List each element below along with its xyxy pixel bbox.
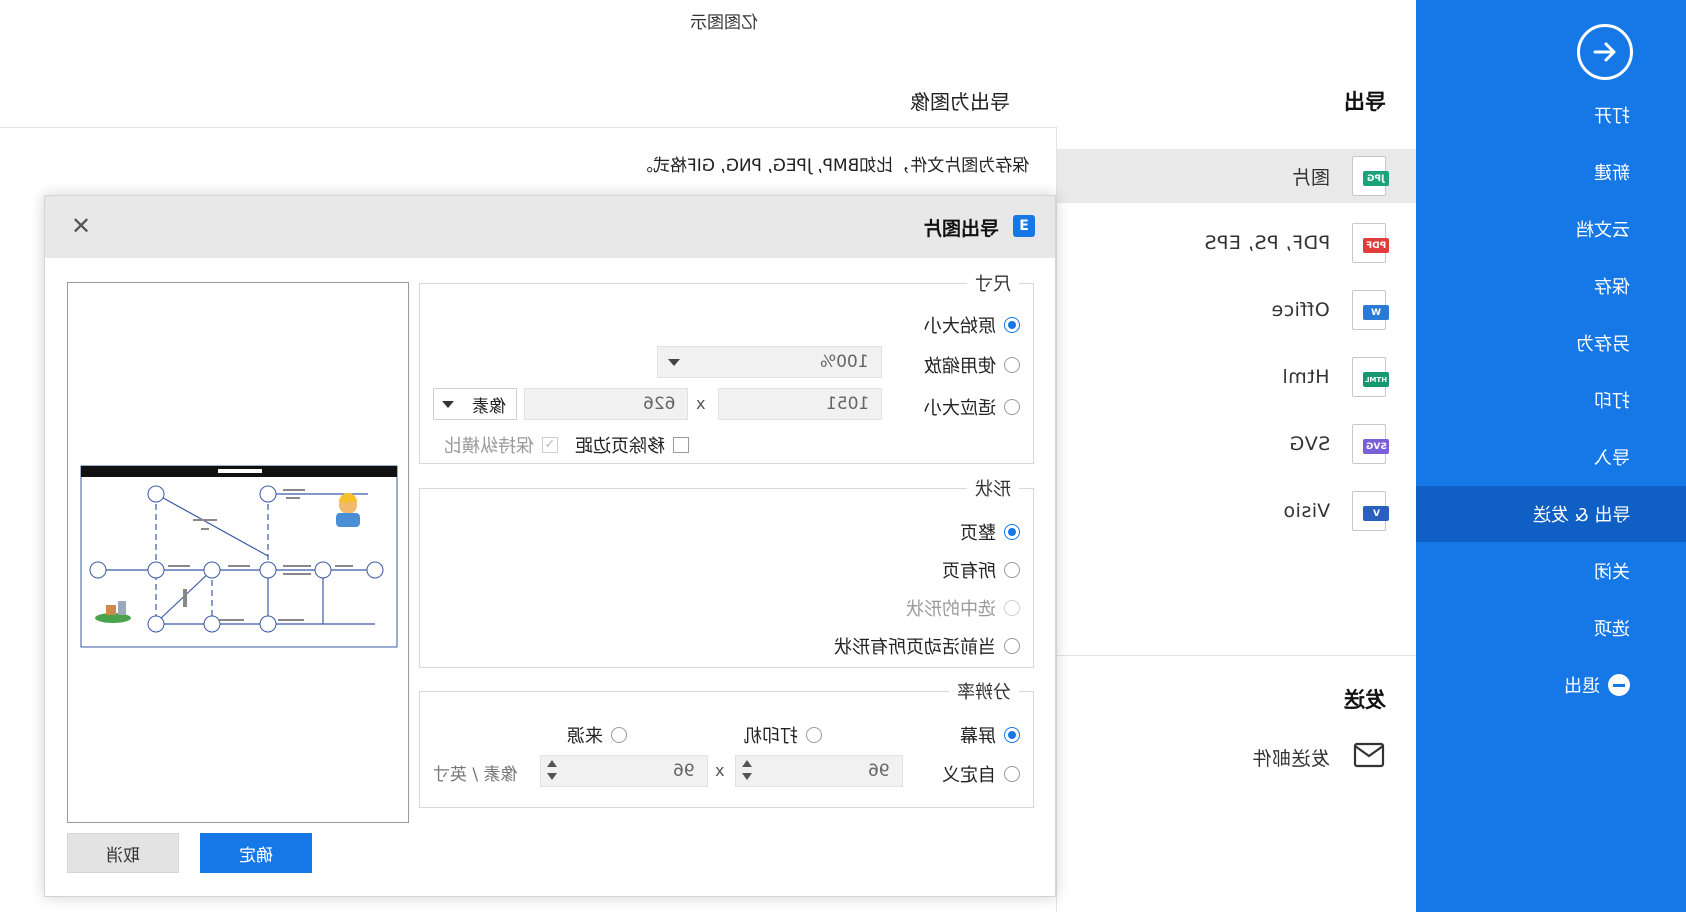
radio-screen[interactable]: 屏幕 xyxy=(960,722,1020,748)
backstage-sidebar: 打开 新建 云文档 保存 另存为 打印 导入 导出 & 发送 关闭 选项 退出 xyxy=(1416,0,1686,912)
sidebar-item-export-send[interactable]: 导出 & 发送 xyxy=(1416,486,1686,542)
resolution-legend: 分辨率 xyxy=(949,678,1019,704)
svg-file-icon: SVG xyxy=(1352,424,1389,464)
mail-send-icon xyxy=(1352,741,1386,774)
sidebar-item-print[interactable]: 打印 xyxy=(1416,372,1686,428)
send-panel-title: 发送 xyxy=(1344,688,1386,712)
dialog-title: 导出图片 xyxy=(923,218,1000,240)
unit-select[interactable]: 像素 xyxy=(433,388,517,420)
close-icon[interactable]: ✕ xyxy=(67,212,95,240)
height-input[interactable]: 626 xyxy=(524,388,688,420)
chevron-down-icon xyxy=(442,401,454,408)
dpi-x-stepper[interactable]: 96 xyxy=(735,755,903,787)
back-arrow-icon[interactable] xyxy=(1577,24,1633,80)
radio-all-pages[interactable]: 所有页 xyxy=(942,557,1020,583)
sidebar-item-save-as[interactable]: 另存为 xyxy=(1416,315,1686,371)
jpg-file-icon: JPG xyxy=(1352,156,1389,196)
diagram-thumbnail xyxy=(80,465,398,648)
radio-whole-page[interactable]: 整页 xyxy=(960,519,1020,545)
shape-legend: 形状 xyxy=(967,475,1019,501)
export-item-visio[interactable]: Visio V xyxy=(1057,484,1416,538)
radio-current-page-shapes[interactable]: 当前活动页所有形状 xyxy=(834,633,1020,659)
resolution-group: 分辨率 屏幕 打印机 来源 自定义 96 x 96 像素 / 英寸 xyxy=(419,678,1034,808)
dialog-header: E 导出图片 ✕ xyxy=(45,196,1055,258)
pdf-file-icon: PDF xyxy=(1352,223,1389,263)
keep-ratio-checkbox[interactable]: 保持纵横比 ✓ xyxy=(444,432,558,458)
scale-dropdown[interactable]: 100% xyxy=(657,346,882,378)
section-description: 保存为图片文件，比如BMP, JPEG, PNG, GIF格式。 xyxy=(636,156,1030,176)
radio-use-scale[interactable]: 使用缩放 xyxy=(924,352,1020,378)
radio-printer[interactable]: 打印机 xyxy=(744,722,822,748)
visio-file-icon: V xyxy=(1352,491,1389,531)
html-file-icon: HTML xyxy=(1352,357,1389,397)
header-divider xyxy=(0,127,1056,128)
radio-original-size[interactable]: 原始大小 xyxy=(924,312,1020,338)
sidebar-item-close[interactable]: 关闭 xyxy=(1416,543,1686,599)
size-group: 尺寸 原始大小 使用缩放 100% 适应大小 1051 x 626 像素 移除页… xyxy=(419,270,1034,464)
export-item-image[interactable]: 图片 JPG xyxy=(1057,149,1416,203)
dpi-y-stepper[interactable]: 96 xyxy=(540,755,708,787)
sidebar-item-save[interactable]: 保存 xyxy=(1416,258,1686,314)
sidebar-item-new[interactable]: 新建 xyxy=(1416,144,1686,200)
shape-group: 形状 整页 所有页 选中的形状 当前活动页所有形状 xyxy=(419,475,1034,668)
sidebar-item-options[interactable]: 选项 xyxy=(1416,600,1686,656)
app-title: 亿图图示 xyxy=(690,13,758,33)
sidebar-item-cloud[interactable]: 云文档 xyxy=(1416,201,1686,257)
radio-fit-size[interactable]: 适应大小 xyxy=(924,394,1020,420)
chevron-down-icon xyxy=(668,359,680,366)
image-preview xyxy=(67,282,409,823)
export-page: 亿图图示 导出为图像 保存为图片文件，比如BMP, JPEG, PNG, GIF… xyxy=(0,0,1686,912)
cancel-button[interactable]: 取消 xyxy=(67,833,179,873)
export-panel-title: 导出 xyxy=(1344,90,1386,114)
stepper-arrows-icon[interactable] xyxy=(742,760,752,782)
dpi-unit-label: 像素 / 英寸 xyxy=(433,765,518,785)
app-logo-icon: E xyxy=(1013,215,1035,237)
ok-button[interactable]: 确定 xyxy=(200,833,312,873)
radio-selected-shapes[interactable]: 选中的形状 xyxy=(906,595,1020,621)
export-item-office[interactable]: Office W xyxy=(1057,283,1416,337)
radio-source[interactable]: 来源 xyxy=(567,722,627,748)
word-file-icon: W xyxy=(1352,290,1389,330)
send-divider xyxy=(1057,655,1416,656)
sidebar-item-open[interactable]: 打开 xyxy=(1416,87,1686,143)
radio-custom[interactable]: 自定义 xyxy=(942,761,1020,787)
export-item-pdf[interactable]: PDF, PS, EPS PDF xyxy=(1057,216,1416,270)
sidebar-item-exit[interactable]: 退出 xyxy=(1416,657,1686,713)
stepper-arrows-icon[interactable] xyxy=(547,760,557,782)
section-title: 导出为图像 xyxy=(910,90,1010,114)
remove-margin-checkbox[interactable]: 移除页边距 xyxy=(575,432,689,458)
export-image-dialog: E 导出图片 ✕ 尺寸 原始大小 使用缩放 100% 适应大小 1051 x 6… xyxy=(44,195,1056,897)
exit-icon xyxy=(1608,674,1630,696)
width-input[interactable]: 1051 xyxy=(718,388,882,420)
send-item-email[interactable]: 发送邮件 xyxy=(1057,730,1416,784)
dpi-x-separator: x xyxy=(715,761,725,780)
export-item-svg[interactable]: SVG SVG xyxy=(1057,417,1416,471)
size-legend: 尺寸 xyxy=(967,270,1019,296)
sidebar-item-import[interactable]: 导入 xyxy=(1416,429,1686,485)
size-x-separator: x xyxy=(696,394,706,413)
export-item-html[interactable]: Html HTML xyxy=(1057,350,1416,404)
